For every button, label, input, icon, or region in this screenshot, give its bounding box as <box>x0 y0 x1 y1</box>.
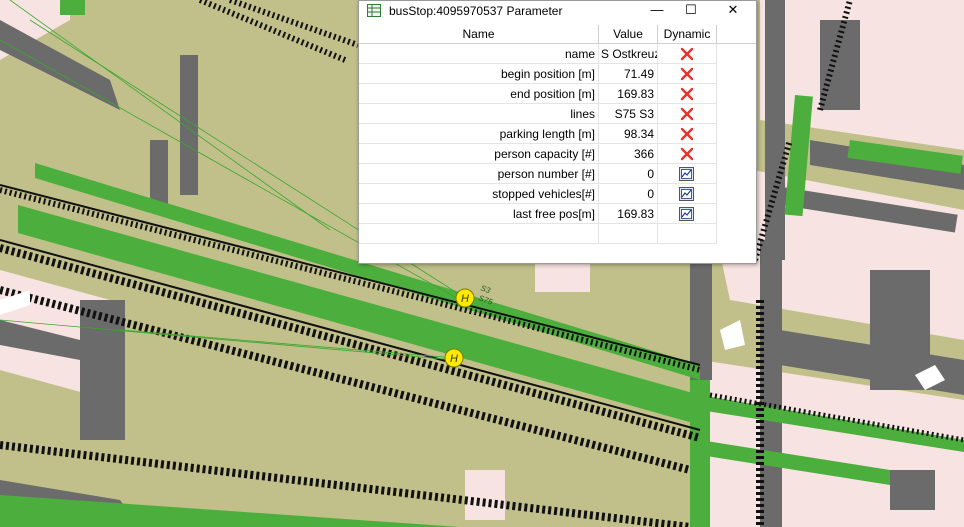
table-row[interactable]: stopped vehicles[#] 0 <box>359 184 756 204</box>
table-row[interactable]: parking length [m] 98.34 <box>359 124 756 144</box>
table-row[interactable]: end position [m] 169.83 <box>359 84 756 104</box>
param-value-cell: 98.34 <box>599 124 658 144</box>
table-header: Name Value Dynamic <box>359 25 756 44</box>
param-name-cell: lines <box>359 104 599 124</box>
title-bar[interactable]: busStop:4095970537 Parameter — ☐ ✕ <box>359 1 756 22</box>
param-dynamic-cell <box>658 164 717 184</box>
param-name-cell: parking length [m] <box>359 124 599 144</box>
param-dynamic-cell <box>658 124 717 144</box>
param-value-cell: S Ostkreuz <box>599 44 658 64</box>
param-value-cell: 169.83 <box>599 204 658 224</box>
param-value-cell: 71.49 <box>599 64 658 84</box>
table-row[interactable]: begin position [m] 71.49 <box>359 64 756 84</box>
param-value-cell: 0 <box>599 184 658 204</box>
table-row[interactable]: last free pos[m] 169.83 <box>359 204 756 224</box>
bus-stop-marker-2[interactable]: H <box>444 348 464 368</box>
param-value-cell: 366 <box>599 144 658 164</box>
param-dynamic-cell <box>658 224 717 244</box>
param-value-cell <box>599 224 658 244</box>
param-name-cell: name <box>359 44 599 64</box>
column-header-value[interactable]: Value <box>599 25 658 43</box>
param-name-cell: person capacity [#] <box>359 144 599 164</box>
table-row[interactable]: name S Ostkreuz <box>359 44 756 64</box>
param-name-cell: last free pos[m] <box>359 204 599 224</box>
column-header-name[interactable]: Name <box>359 25 599 43</box>
parameter-table: name S Ostkreuz begin position [m] 71.49 end… <box>359 44 756 244</box>
bus-stop-glyph: H <box>450 353 458 365</box>
param-name-cell: person number [#] <box>359 164 599 184</box>
param-dynamic-cell <box>658 104 717 124</box>
not-dynamic-x-icon <box>680 47 694 61</box>
param-name-cell <box>359 224 599 244</box>
param-dynamic-cell <box>658 204 717 224</box>
not-dynamic-x-icon <box>680 87 694 101</box>
close-button[interactable]: ✕ <box>716 1 750 21</box>
table-icon <box>367 4 381 17</box>
table-row[interactable]: person capacity [#] 366 <box>359 144 756 164</box>
table-row[interactable]: person number [#] 0 <box>359 164 756 184</box>
param-dynamic-cell <box>658 144 717 164</box>
maximize-button[interactable]: ☐ <box>674 1 708 21</box>
param-value-cell: 169.83 <box>599 84 658 104</box>
table-row[interactable] <box>359 224 756 244</box>
bus-stop-glyph: H <box>461 293 469 305</box>
param-name-cell: stopped vehicles[#] <box>359 184 599 204</box>
minimize-button[interactable]: — <box>640 1 674 21</box>
open-plot-icon[interactable] <box>679 167 694 181</box>
not-dynamic-x-icon <box>680 67 694 81</box>
param-value-cell: S75 S3 <box>599 104 658 124</box>
window-title: busStop:4095970537 Parameter <box>389 4 563 18</box>
not-dynamic-x-icon <box>680 107 694 121</box>
param-dynamic-cell <box>658 64 717 84</box>
not-dynamic-x-icon <box>680 147 694 161</box>
parameter-dialog[interactable]: busStop:4095970537 Parameter — ☐ ✕ Name … <box>358 0 757 264</box>
open-plot-icon[interactable] <box>679 207 694 221</box>
bus-stop-marker-1[interactable]: H <box>455 288 475 308</box>
not-dynamic-x-icon <box>680 127 694 141</box>
param-dynamic-cell <box>658 184 717 204</box>
param-dynamic-cell <box>658 84 717 104</box>
column-header-dynamic[interactable]: Dynamic <box>658 25 717 43</box>
open-plot-icon[interactable] <box>679 187 694 201</box>
param-name-cell: begin position [m] <box>359 64 599 84</box>
param-dynamic-cell <box>658 44 717 64</box>
param-name-cell: end position [m] <box>359 84 599 104</box>
param-value-cell: 0 <box>599 164 658 184</box>
table-row[interactable]: lines S75 S3 <box>359 104 756 124</box>
